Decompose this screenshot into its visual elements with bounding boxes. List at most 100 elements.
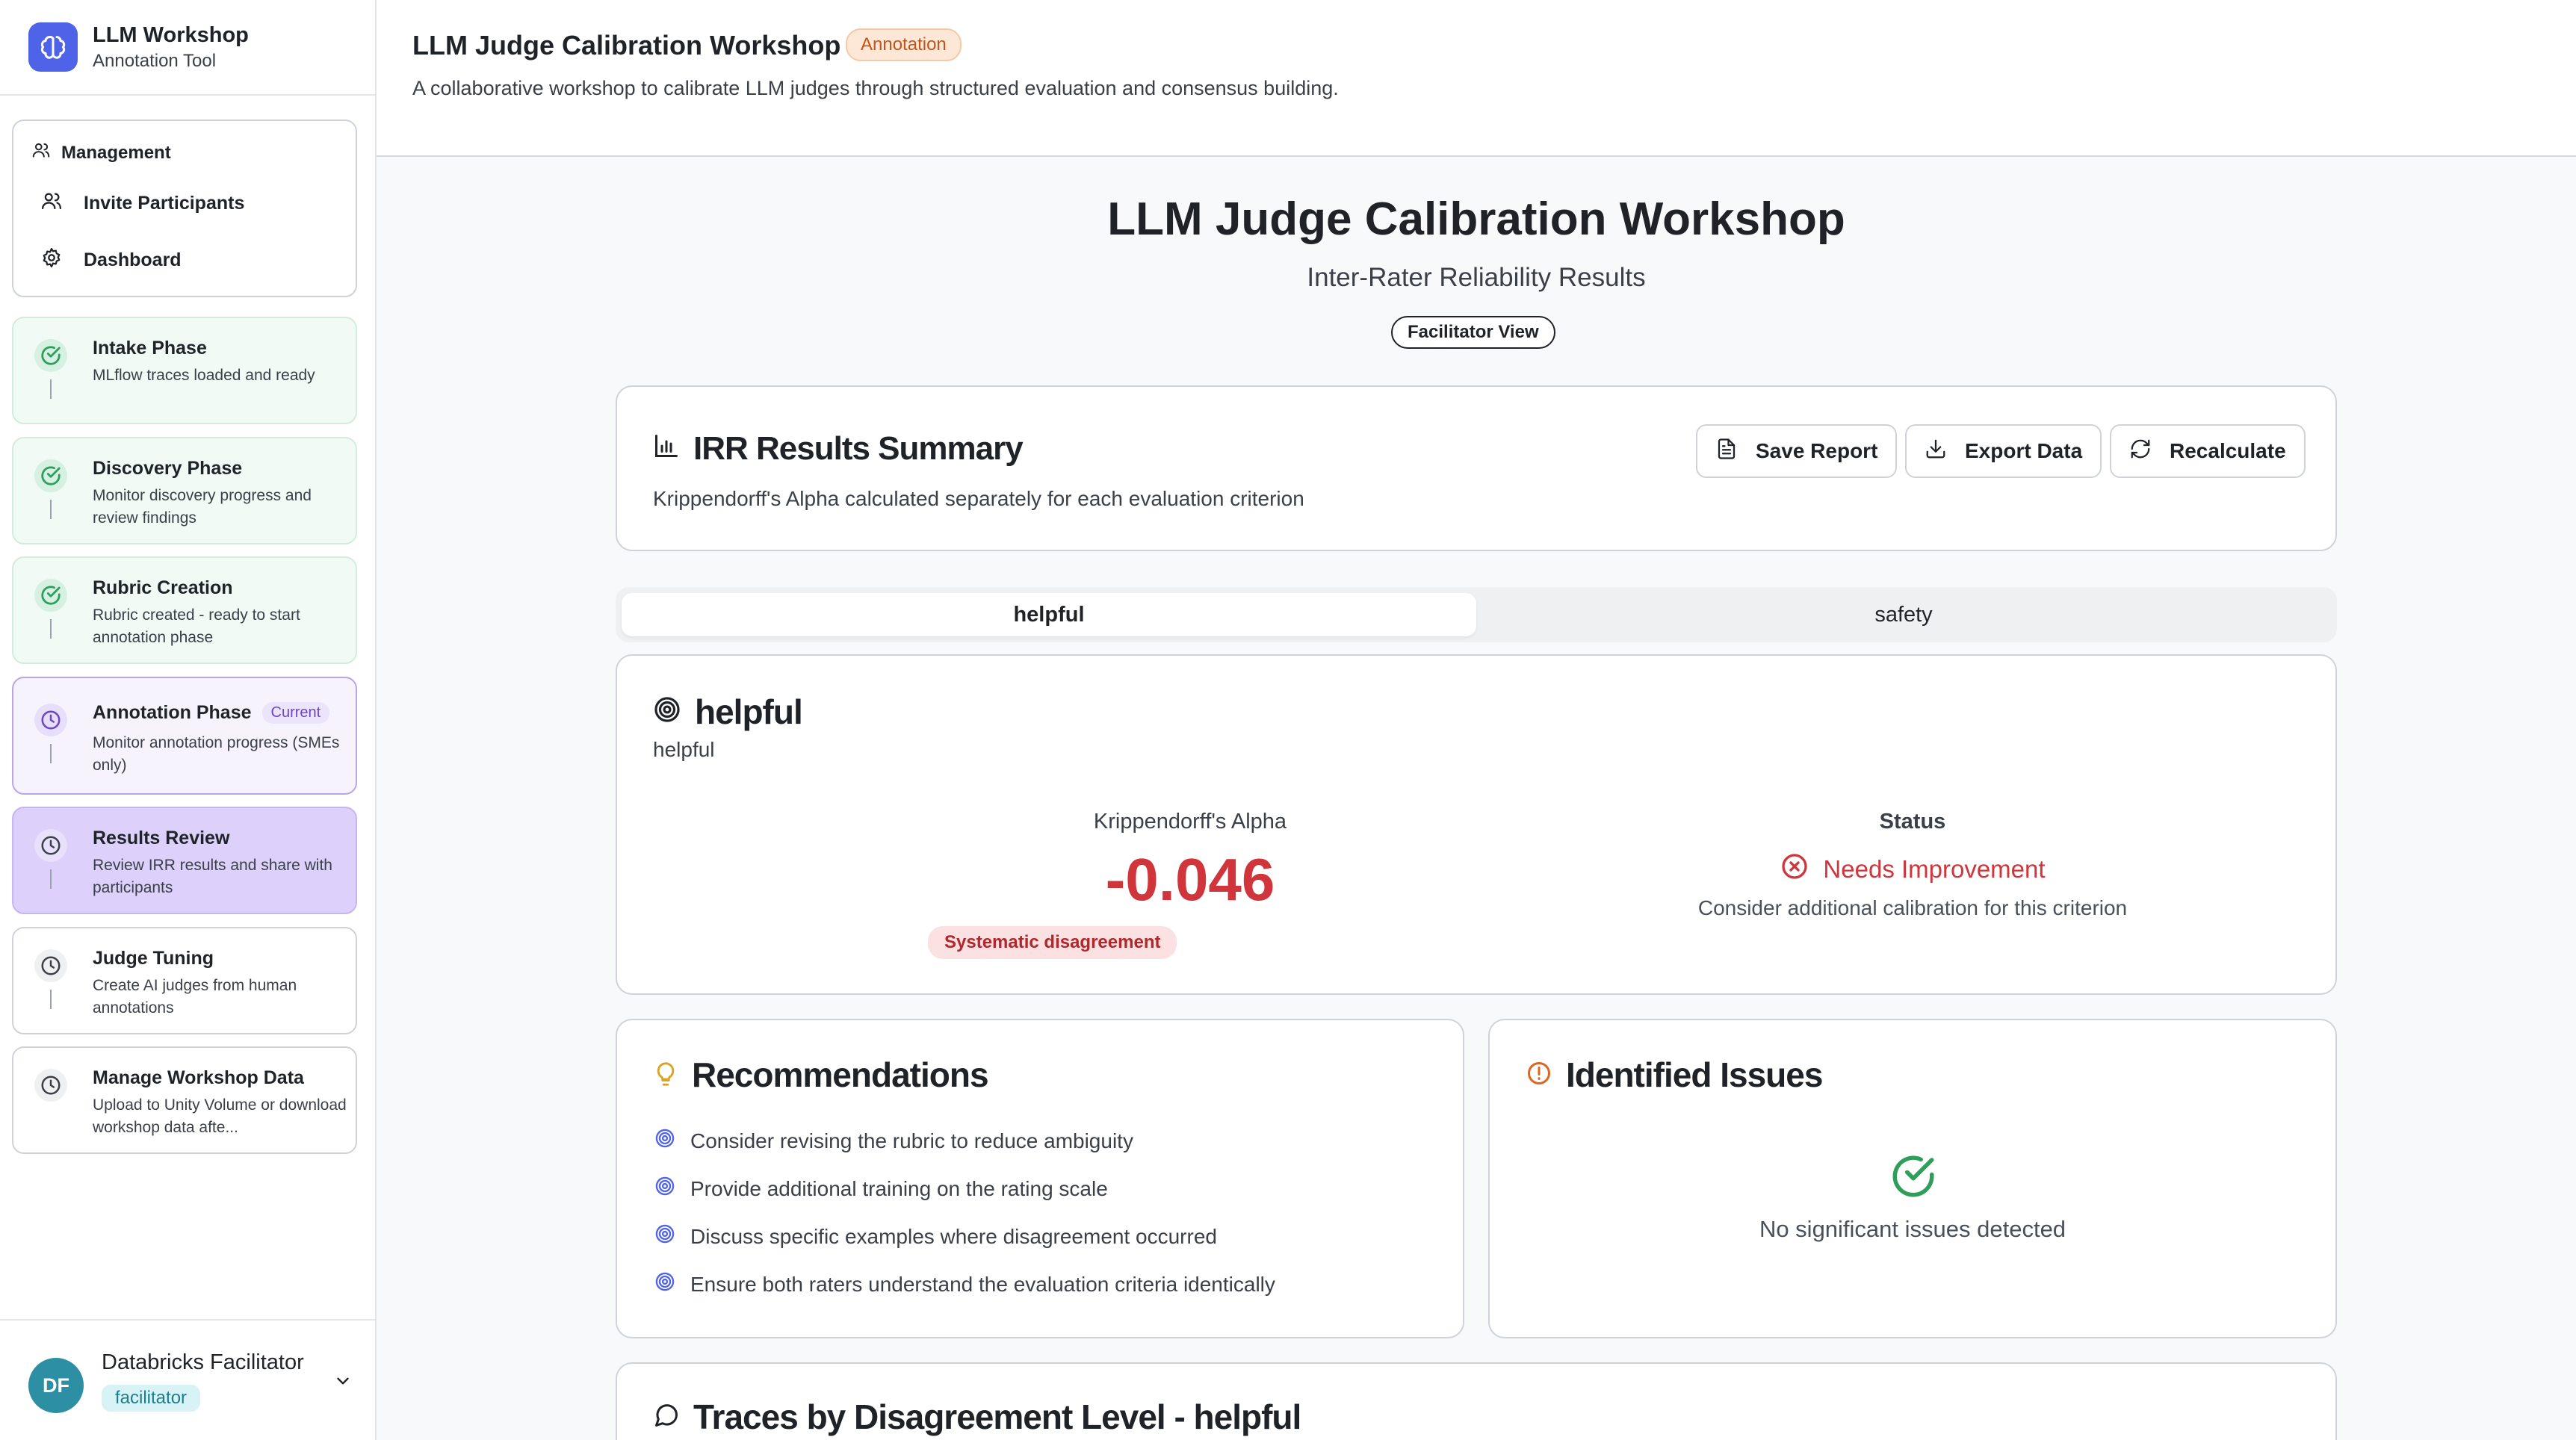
message-circle-icon — [653, 1397, 680, 1437]
phase-title: Intake Phase — [93, 338, 207, 359]
management-section: Management Invite Participants Dashboard — [12, 120, 357, 297]
summary-description: Krippendorff's Alpha calculated separate… — [653, 487, 1304, 510]
sidebar-item-intake-phase[interactable]: Intake Phase MLflow traces loaded and re… — [12, 317, 357, 424]
file-text-icon — [1715, 438, 1738, 465]
clock-icon — [34, 704, 67, 736]
phase-title: Manage Workshop Data — [93, 1067, 304, 1088]
phase-description: Monitor discovery progress and review fi… — [93, 487, 312, 527]
check-circle-icon — [34, 339, 67, 372]
sidebar-item-annotation-phase[interactable]: Annotation Phase Current Monitor annotati… — [12, 677, 357, 795]
clock-icon — [34, 829, 67, 862]
users-icon — [40, 190, 63, 217]
tab-helpful[interactable]: helpful — [622, 593, 1476, 636]
criterion-title: helpful — [653, 692, 803, 732]
current-badge: Current — [261, 702, 330, 724]
phase-description: MLflow traces loaded and ready — [93, 367, 315, 384]
user-name: Databricks Facilitator — [102, 1350, 304, 1374]
traces-card: Traces by Disagreement Level - helpful — [616, 1362, 2337, 1440]
gear-icon — [40, 246, 63, 274]
recalculate-button[interactable]: Recalculate — [2110, 424, 2306, 478]
phase-title: Discovery Phase — [93, 458, 243, 479]
lightbulb-icon — [653, 1055, 678, 1095]
timeline-connector — [50, 869, 52, 889]
phase-title: Results Review — [93, 828, 230, 848]
identified-issues-card: Identified Issues No significant issues … — [1488, 1019, 2337, 1338]
traces-title: Traces by Disagreement Level - helpful — [653, 1397, 1301, 1437]
summary-title: IRR Results Summary — [653, 430, 1024, 468]
sidebar-item-manage-workshop-data[interactable]: Manage Workshop Data Upload to Unity Vol… — [12, 1046, 357, 1154]
app-name: LLM Workshop — [93, 22, 249, 47]
target-icon — [654, 1176, 675, 1202]
target-icon — [653, 692, 681, 732]
list-item: Ensure both raters understand the evalua… — [654, 1271, 1275, 1297]
save-report-button[interactable]: Save Report — [1696, 424, 1898, 478]
bar-chart-icon — [653, 430, 680, 468]
irr-summary-card: IRR Results Summary Krippendorff's Alpha… — [616, 385, 2337, 551]
phase-description: Rubric created - ready to start annotati… — [93, 606, 300, 646]
sidebar-item-discovery-phase[interactable]: Discovery Phase Monitor discovery progre… — [12, 437, 357, 544]
sidebar-item-invite-participants[interactable]: Invite Participants — [40, 190, 244, 217]
clock-icon — [34, 949, 67, 982]
recommendations-title: Recommendations — [653, 1055, 989, 1095]
target-icon — [654, 1223, 675, 1250]
user-role-badge: facilitator — [102, 1385, 201, 1412]
view-badge: Facilitator View — [1391, 316, 1555, 349]
sidebar-item-judge-tuning[interactable]: Judge Tuning Create AI judges from human… — [12, 927, 357, 1034]
check-circle-icon — [34, 459, 67, 492]
users-icon — [31, 140, 51, 165]
clock-icon — [34, 1069, 67, 1102]
list-item: Discuss specific examples where disagree… — [654, 1223, 1217, 1250]
x-circle-icon — [1780, 851, 1809, 887]
sidebar-item-rubric-creation[interactable]: Rubric Creation Rubric created - ready t… — [12, 556, 357, 664]
recommendations-card: Recommendations Consider revising the ru… — [616, 1019, 1464, 1338]
phase-title: Judge Tuning — [93, 948, 214, 969]
alpha-value: -0.046 — [1105, 846, 1275, 913]
timeline-connector — [50, 619, 52, 639]
phase-description: Review IRR results and share with partic… — [93, 857, 332, 896]
alpha-label: Krippendorff's Alpha — [1093, 810, 1287, 834]
timeline-connector — [50, 500, 52, 519]
page-title: LLM Judge Calibration Workshop — [412, 30, 841, 60]
app-subtitle: Annotation Tool — [93, 50, 217, 71]
results-subtitle: Inter-Rater Reliability Results — [1307, 263, 1646, 292]
criterion-subtitle: helpful — [653, 738, 715, 761]
results-title: LLM Judge Calibration Workshop — [1107, 193, 1845, 245]
sidebar-item-dashboard[interactable]: Dashboard — [40, 246, 182, 274]
alpha-badge: Systematic disagreement — [928, 926, 1177, 959]
phase-title: Annotation Phase Current — [93, 702, 330, 724]
chevron-down-icon[interactable] — [333, 1371, 353, 1394]
phase-badge: Annotation — [846, 28, 962, 61]
management-heading: Management — [31, 140, 171, 165]
tab-safety[interactable]: safety — [1476, 593, 2331, 636]
user-menu[interactable]: DF Databricks Facilitator facilitator — [0, 1319, 375, 1440]
status-label: Status — [1879, 810, 1946, 834]
list-item: Consider revising the rubric to reduce a… — [654, 1128, 1133, 1154]
timeline-connector — [50, 744, 52, 763]
phase-title: Rubric Creation — [93, 577, 233, 598]
sidebar: LLM Workshop Annotation Tool Management … — [0, 0, 377, 1440]
brain-logo-icon — [28, 22, 78, 72]
download-icon — [1925, 438, 1947, 465]
sidebar-item-label: Dashboard — [84, 249, 182, 270]
list-item: Provide additional training on the ratin… — [654, 1176, 1108, 1202]
refresh-icon — [2129, 438, 2152, 465]
timeline-connector — [50, 990, 52, 1009]
page-description: A collaborative workshop to calibrate LL… — [412, 77, 1339, 99]
phase-description: Monitor annotation progress (SMEs only) — [93, 734, 340, 774]
sidebar-item-results-review[interactable]: Results Review Review IRR results and sh… — [12, 807, 357, 914]
alert-circle-icon — [1526, 1055, 1552, 1095]
status-value: Needs Improvement — [1539, 851, 2286, 887]
criterion-metric-card: helpful helpful Krippendorff's Alpha -0.… — [616, 654, 2337, 995]
target-icon — [654, 1271, 675, 1297]
status-description: Consider additional calibration for this… — [1697, 896, 2128, 919]
criterion-tabs: helpful safety — [616, 587, 2337, 642]
brand[interactable]: LLM Workshop Annotation Tool — [0, 0, 375, 96]
issues-title: Identified Issues — [1526, 1055, 1823, 1095]
page-header: LLM Judge Calibration Workshop Annotatio… — [377, 0, 2576, 157]
export-data-button[interactable]: Export Data — [1905, 424, 2102, 478]
phase-description: Upload to Unity Volume or download works… — [93, 1096, 347, 1136]
no-issues-message: No significant issues detected — [1759, 1216, 2066, 1242]
target-icon — [654, 1128, 675, 1154]
avatar: DF — [28, 1358, 84, 1413]
check-circle-icon — [1889, 1152, 1938, 1205]
